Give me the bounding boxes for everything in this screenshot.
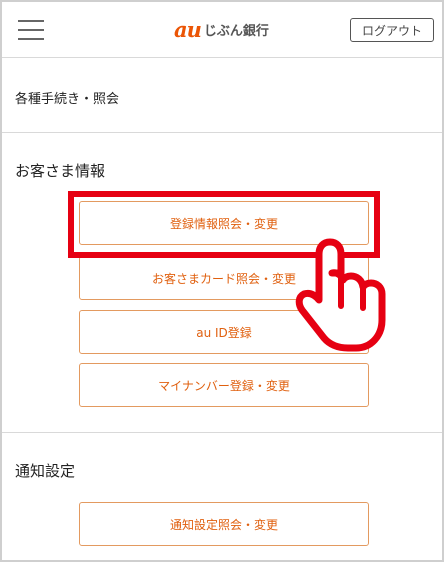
procedures-label: 各種手続き・照会 bbox=[15, 92, 120, 107]
logo-au-mark: au bbox=[174, 16, 202, 42]
notification-settings-button[interactable]: 通知設定照会・変更 bbox=[79, 502, 369, 546]
section-divider bbox=[2, 432, 442, 433]
procedures-row[interactable]: 各種手続き・照会 bbox=[2, 58, 442, 133]
bank-logo[interactable]: au じぶん銀行 bbox=[174, 16, 269, 42]
customer-info-title: お客さま情報 bbox=[15, 162, 106, 180]
logo-text: じぶん銀行 bbox=[203, 23, 269, 39]
notifications-title: 通知設定 bbox=[15, 462, 76, 480]
pointing-hand-icon bbox=[295, 238, 386, 352]
logout-button[interactable]: ログアウト bbox=[350, 18, 434, 42]
my-number-button[interactable]: マイナンバー登録・変更 bbox=[79, 363, 369, 407]
app-header: au じぶん銀行 ログアウト bbox=[2, 2, 442, 58]
app-frame: au じぶん銀行 ログアウト 各種手続き・照会 お客さま情報 登録情報照会・変更… bbox=[0, 0, 444, 562]
hamburger-menu-icon[interactable] bbox=[18, 18, 44, 40]
